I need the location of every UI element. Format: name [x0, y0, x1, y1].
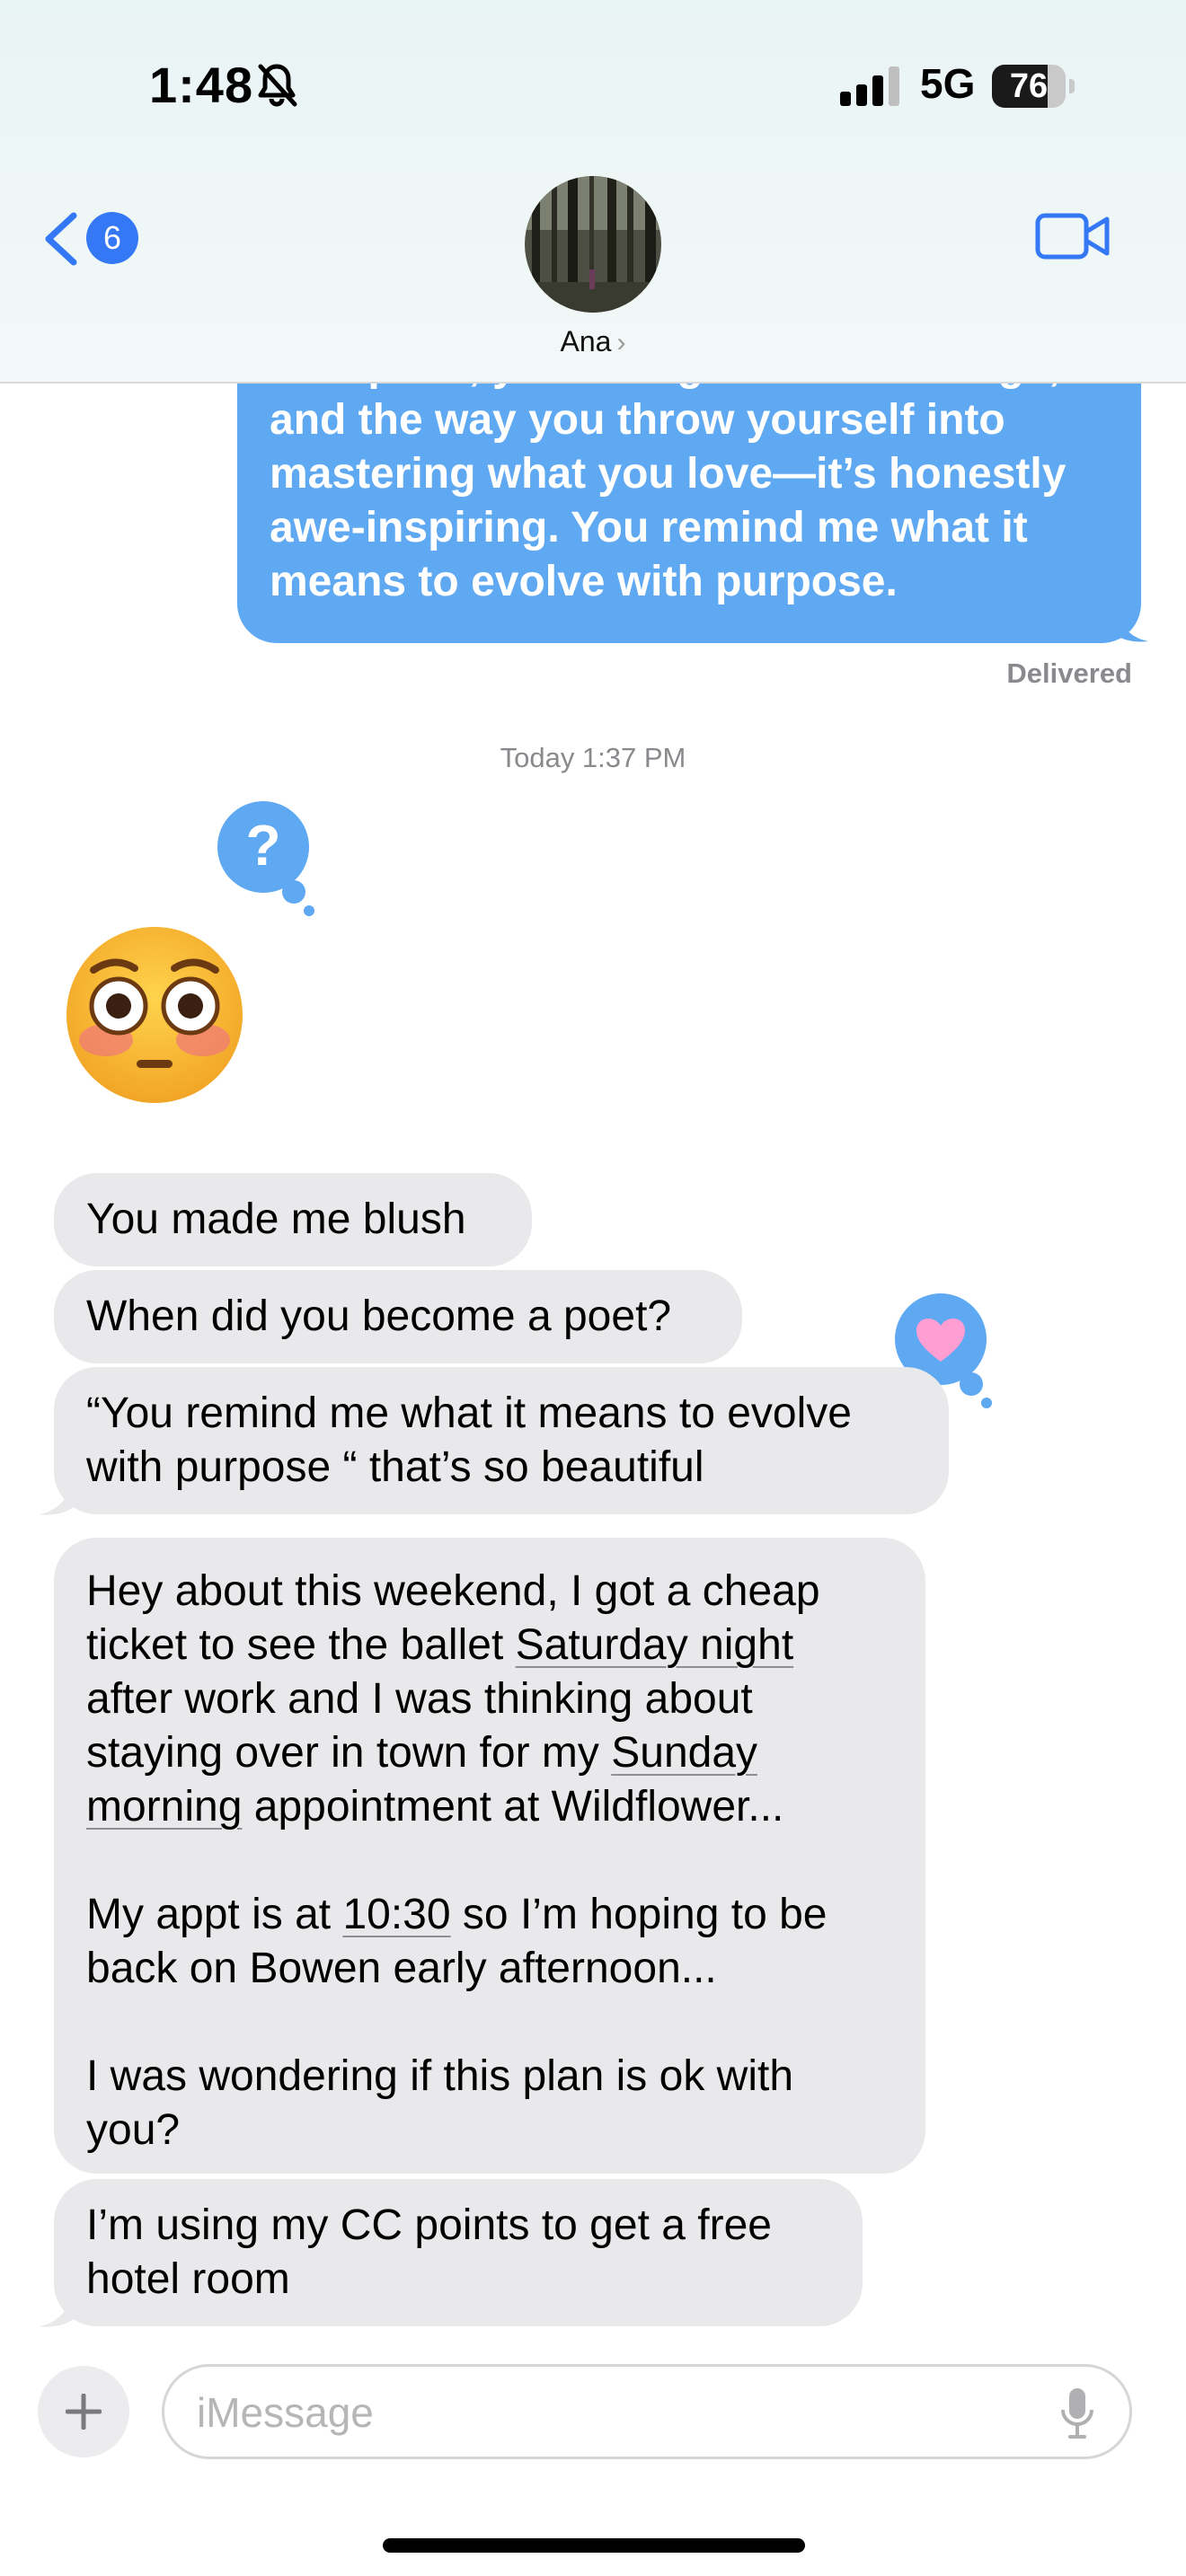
received-message-bubble[interactable]: Hey about this weekend, I got a cheap ti…: [54, 1538, 925, 2174]
question-tapback[interactable]: ?: [217, 801, 314, 920]
home-indicator: [383, 2538, 805, 2553]
message-line: You made me blush: [86, 1195, 466, 1243]
message-line: mastering what you love—it’s honestly: [270, 450, 1067, 498]
message-line: you?: [86, 2106, 181, 2154]
message-line: My appt is at 10:30 so I’m hoping to be: [86, 1891, 828, 1938]
emoji-text: 😳: [246, 923, 247, 924]
question-icon: ?: [245, 813, 281, 878]
received-bubble-tail: [40, 2289, 74, 2327]
received-message-bubble[interactable]: I’m using my CC points to get a free hot…: [54, 2179, 863, 2326]
flushed-emoji[interactable]: 😳: [63, 923, 246, 1107]
date-link[interactable]: Saturday night: [516, 1621, 794, 1669]
battery-indicator: 76: [992, 65, 1075, 108]
message-line: with purpose “ that’s so beautiful: [86, 1443, 704, 1491]
message-line: staying over in town for my Sunday: [86, 1729, 758, 1777]
message-line: after work and I was thinking about: [86, 1675, 753, 1723]
contact-avatar[interactable]: [525, 176, 661, 313]
conversation-header: 1:48 5G 76 6 Ana ›: [0, 0, 1186, 384]
flushed-face-icon: [66, 927, 243, 1103]
forest-photo: [525, 176, 661, 313]
message-line: morning appointment at Wildflower...: [86, 1783, 784, 1831]
message-line: back on Bowen early afternoon...: [86, 1945, 717, 1992]
sent-message-bubble[interactable]: discipline, your hunger for knowledge, a…: [237, 341, 1141, 643]
message-line: I was wondering if this plan is ok with: [86, 2052, 794, 2100]
message-input-field[interactable]: [162, 2364, 1132, 2459]
sent-bubble-tail: [1114, 604, 1148, 642]
delivered-status: Delivered: [1006, 657, 1132, 689]
date-link[interactable]: morning: [86, 1783, 242, 1831]
message-line: I’m using my CC points to get a free: [86, 2201, 772, 2249]
received-message-bubble[interactable]: “You remind me what it means to evolve w…: [54, 1367, 949, 1514]
date-link[interactable]: Sunday: [611, 1729, 757, 1777]
microphone-icon[interactable]: [1059, 2386, 1095, 2440]
message-line: When did you become a poet?: [86, 1292, 672, 1340]
apps-plus-button[interactable]: [38, 2366, 129, 2457]
status-time: 1:48: [149, 57, 254, 113]
message-line: Hey about this weekend, I got a cheap: [86, 1567, 820, 1615]
heart-icon: [916, 1319, 965, 1362]
battery-label: 76: [1009, 67, 1049, 105]
message-input[interactable]: [195, 2383, 1007, 2442]
received-message-bubble[interactable]: When did you become a poet?: [54, 1270, 742, 1363]
chevron-left-icon: [45, 212, 77, 266]
bell-slash-icon: [258, 64, 297, 107]
time-link[interactable]: 10:30: [342, 1891, 450, 1938]
contact-name: Ana: [560, 325, 612, 357]
back-button[interactable]: 6: [41, 205, 140, 273]
unread-count-badge: 6: [86, 212, 138, 264]
message-line: means to evolve with purpose.: [270, 558, 898, 605]
message-line: ticket to see the ballet Saturday night: [86, 1621, 794, 1669]
message-line: awe-inspiring. You remind me what it: [270, 504, 1028, 551]
received-message-bubble[interactable]: You made me blush: [54, 1173, 532, 1266]
chevron-right-icon: ›: [616, 328, 626, 357]
network-label: 5G: [920, 60, 976, 107]
timestamp: Today 1:37 PM: [500, 742, 686, 773]
received-bubble-tail: [40, 1477, 74, 1515]
message-line: “You remind me what it means to evolve: [86, 1389, 852, 1437]
message-line: and the way you throw yourself into: [270, 396, 1005, 444]
video-camera-icon[interactable]: [1035, 210, 1111, 262]
plus-icon: [66, 2394, 102, 2430]
signal-icon: [840, 66, 899, 106]
contact-name-button[interactable]: Ana ›: [0, 325, 1186, 358]
message-line: hotel room: [86, 2255, 290, 2303]
